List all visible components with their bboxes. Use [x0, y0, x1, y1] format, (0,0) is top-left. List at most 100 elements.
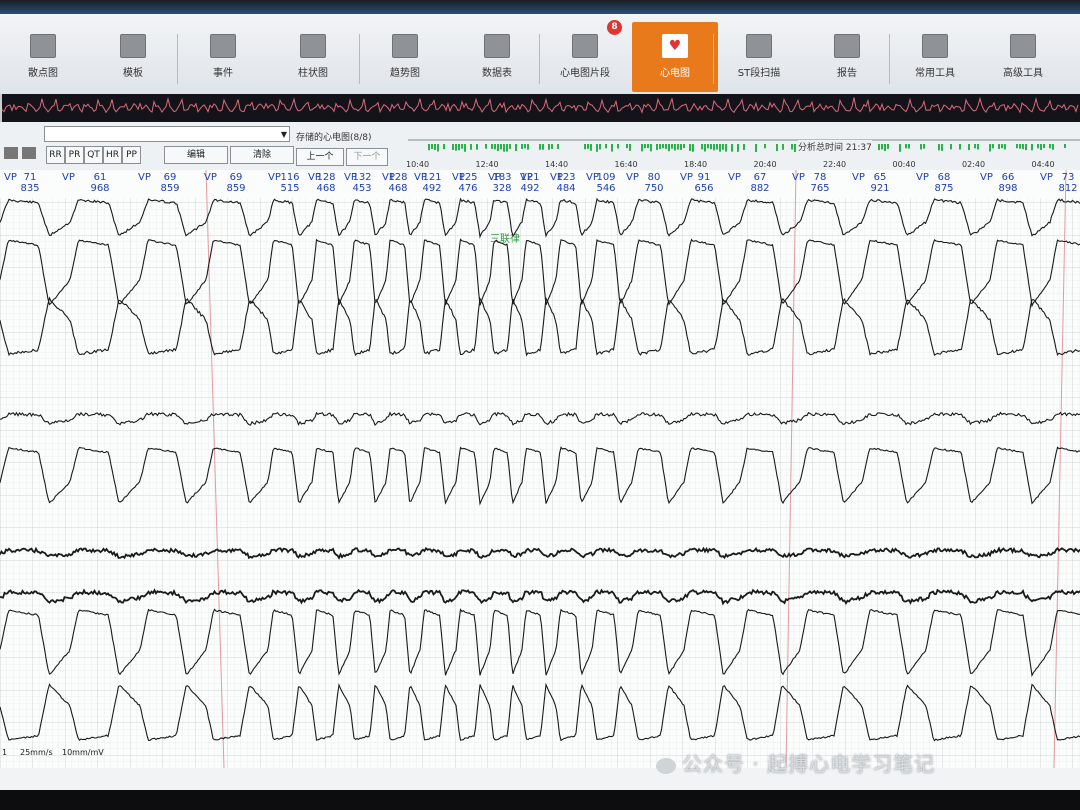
beat-type: VP	[308, 172, 321, 183]
measure-pr-button[interactable]: PR	[65, 146, 84, 164]
toolbar-item-label: 数据表	[482, 68, 512, 79]
toolbar-separator	[177, 34, 178, 84]
toolbar-item-label: 高级工具	[1003, 68, 1043, 79]
toolbar-item-label: 散点图	[28, 68, 58, 79]
timeline-tick: 16:40	[614, 160, 638, 169]
control-bar: ▼ RR PR QT HR PP 编辑 清除 存储的心电图(8/8) 上一个 下一个 分…	[0, 122, 1080, 171]
beat-type: VP	[916, 172, 929, 183]
toolbar-item-tools[interactable]: 常用工具	[892, 22, 978, 92]
toolbar-item-trend[interactable]: 趋势图	[362, 22, 448, 92]
toolbar-item-advanced-tools[interactable]: 高级工具	[980, 22, 1066, 92]
beat-hr: 78	[814, 172, 827, 183]
watermark: 公众号 · 起搏心电学习笔记	[656, 748, 935, 777]
beat-rr: 875	[934, 183, 953, 194]
beat-type: VP	[62, 172, 75, 183]
lead-select[interactable]: ▼	[44, 126, 290, 142]
measure-hr-button[interactable]: HR	[103, 146, 122, 164]
toolbar-item-label: ST段扫描	[737, 68, 781, 79]
beat-rr: 812	[1058, 183, 1077, 194]
beat-type: VP	[268, 172, 281, 183]
beat-hr: 71	[24, 172, 37, 183]
beat-hr: 80	[648, 172, 661, 183]
toolbar-item-event[interactable]: 事件	[180, 22, 266, 92]
beat-rr: 835	[20, 183, 39, 194]
toolbar-item-label: 报告	[837, 68, 857, 79]
beat-type: VP	[1040, 172, 1053, 183]
beat-rr: 484	[556, 183, 575, 194]
beat-hr: 69	[230, 172, 243, 183]
beat-hr: 67	[754, 172, 767, 183]
beat-rr: 765	[810, 183, 829, 194]
timeline-activity	[408, 139, 1080, 152]
toolbar-item-heart[interactable]: ♥ 心电图	[632, 22, 718, 92]
next-button[interactable]: 下一个	[346, 148, 388, 166]
beat-type: VP	[550, 172, 563, 183]
tools-icon	[922, 34, 948, 58]
beat-rr: 921	[870, 183, 889, 194]
beat-hr: 61	[94, 172, 107, 183]
beat-type: VP	[138, 172, 151, 183]
measure-rr-button[interactable]: RR	[46, 146, 65, 164]
paper-speed: 25mm/s	[20, 748, 53, 757]
beat-hr: 66	[1002, 172, 1015, 183]
toolbar-item-template[interactable]: 模板	[90, 22, 176, 92]
beat-rr: 656	[694, 183, 713, 194]
beat-hr: 91	[698, 172, 711, 183]
notification-badge: 8	[607, 20, 622, 35]
toolbar-item-label: 模板	[123, 68, 143, 79]
lead-index: 1	[2, 748, 8, 757]
toolbar-separator	[539, 34, 540, 84]
beat-rr: 546	[596, 183, 615, 194]
measure-pp-button[interactable]: PP	[122, 146, 141, 164]
beat-rr: 453	[352, 183, 371, 194]
toolbar-item-ecg-clip[interactable]: 心电图片段 8	[542, 20, 628, 92]
analysis-time: 分析总时间 21:37	[798, 140, 872, 153]
beat-rr: 859	[160, 183, 179, 194]
ecg-panel[interactable]: 三联律 71 835 VP 61 968 VP 69 859 VP 69 859 VP 116 515 VP…	[0, 169, 1080, 769]
timeline-tick: 14:40	[545, 160, 569, 169]
beat-type: VP	[452, 172, 465, 183]
advanced-tools-icon	[1010, 34, 1036, 58]
beat-rr: 968	[90, 183, 109, 194]
overview-strip[interactable]	[0, 94, 1080, 122]
timeline-tick: 18:40	[684, 160, 708, 169]
beat-hr: 68	[938, 172, 951, 183]
beat-rr: 515	[280, 183, 299, 194]
edit-button[interactable]: 编辑	[164, 146, 228, 164]
beat-type: VP	[728, 172, 741, 183]
beat-rr: 859	[226, 183, 245, 194]
toolbar-item-label: 趋势图	[390, 68, 420, 79]
beat-hr: 109	[596, 172, 615, 183]
toolbar-item-st-scan[interactable]: ST段扫描	[716, 22, 802, 92]
measure-qt-button[interactable]: QT	[84, 146, 103, 164]
timeline[interactable]	[408, 132, 1080, 156]
toolbar-item-label: 常用工具	[915, 68, 955, 79]
trend-icon	[392, 34, 418, 58]
beat-rr: 898	[998, 183, 1017, 194]
beat-type: VP	[980, 172, 993, 183]
toolbar-item-label: 柱状图	[298, 68, 328, 79]
toolbar-item-bar-chart[interactable]: 柱状图	[270, 22, 356, 92]
beat-rr: 882	[750, 183, 769, 194]
delete-button[interactable]: 清除	[230, 146, 294, 164]
beat-hr: 116	[280, 172, 299, 183]
wechat-icon	[656, 757, 676, 774]
template-icon	[120, 34, 146, 58]
beat-type: VP	[414, 172, 427, 183]
beat-hr: 73	[1062, 172, 1075, 183]
toolbar-item-table[interactable]: 数据表	[454, 22, 540, 92]
toolbar-item-scatter[interactable]: 散点图	[0, 22, 86, 92]
beat-type: VP	[792, 172, 805, 183]
timeline-tick: 12:40	[475, 160, 499, 169]
st-scan-icon	[746, 34, 772, 58]
beat-type: VP	[382, 172, 395, 183]
layout-icon[interactable]	[4, 144, 36, 163]
prev-button[interactable]: 上一个	[296, 148, 344, 166]
gain: 10mm/mV	[62, 748, 104, 757]
stored-ecg-label: 存储的心电图(8/8)	[296, 133, 372, 143]
beat-type: VP	[344, 172, 357, 183]
ecg-clip-icon	[572, 34, 598, 58]
toolbar-item-report[interactable]: 报告	[804, 22, 890, 92]
beat-rr: 476	[458, 183, 477, 194]
timeline-tick: 04:40	[1031, 160, 1055, 169]
